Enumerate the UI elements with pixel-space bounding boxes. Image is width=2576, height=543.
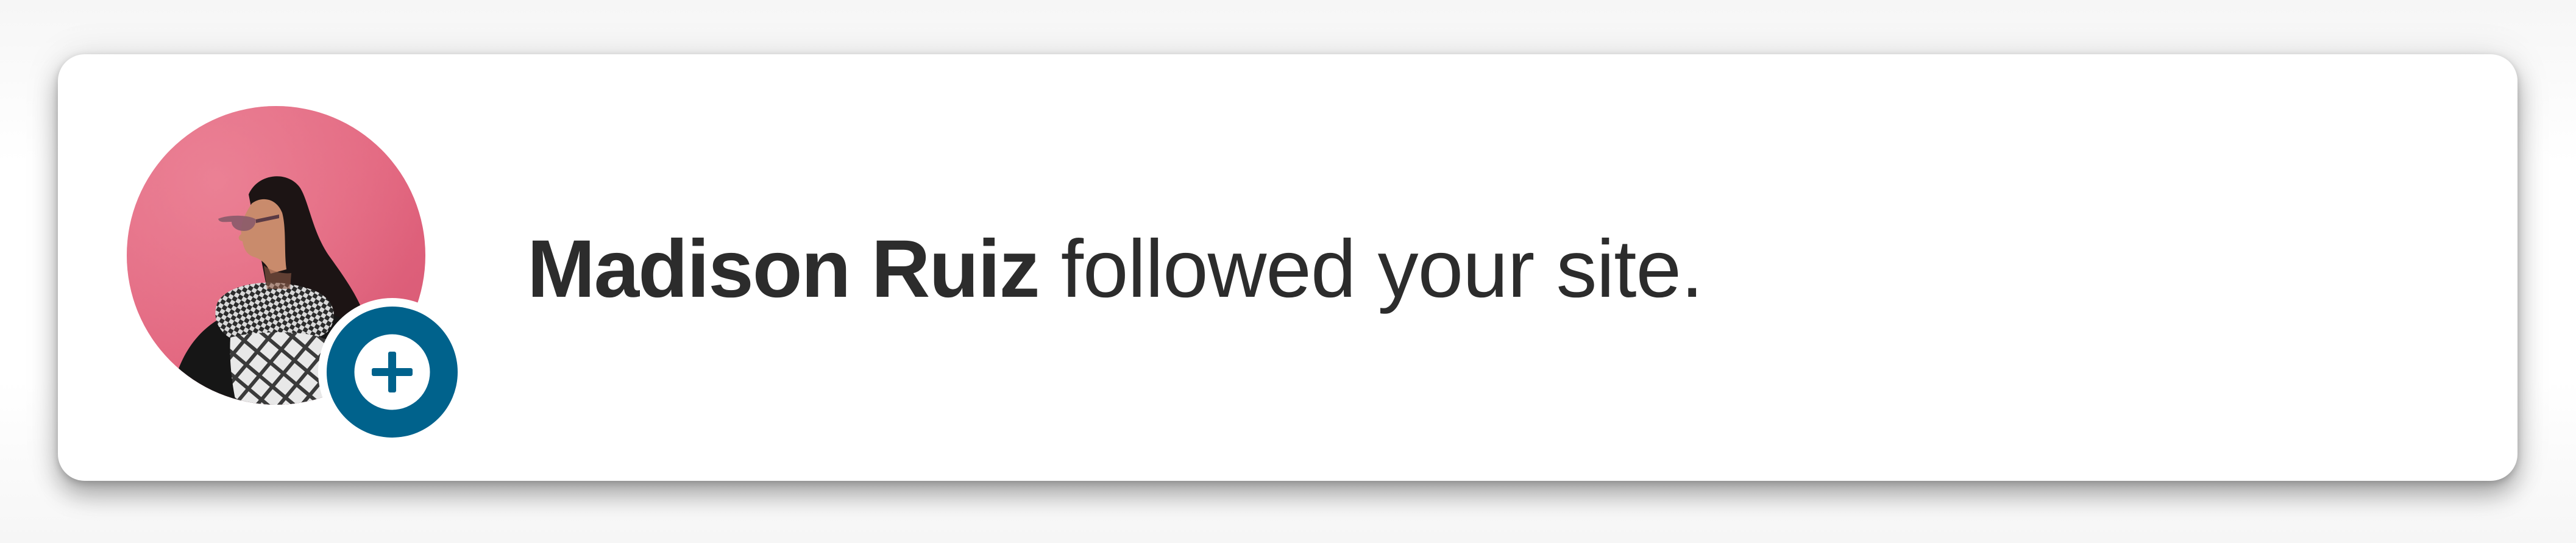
actor-name[interactable]: Madison Ruiz [527,224,1040,314]
action-text: followed your site. [1038,224,1704,314]
plus-circle-icon [327,307,458,438]
notification-card[interactable]: Madison Ruiz followed your site. [58,54,2517,481]
screenshot-canvas: Madison Ruiz followed your site. [0,0,2576,543]
follow-badge [318,298,466,446]
notification-message: Madison Ruiz followed your site. [527,221,2416,318]
